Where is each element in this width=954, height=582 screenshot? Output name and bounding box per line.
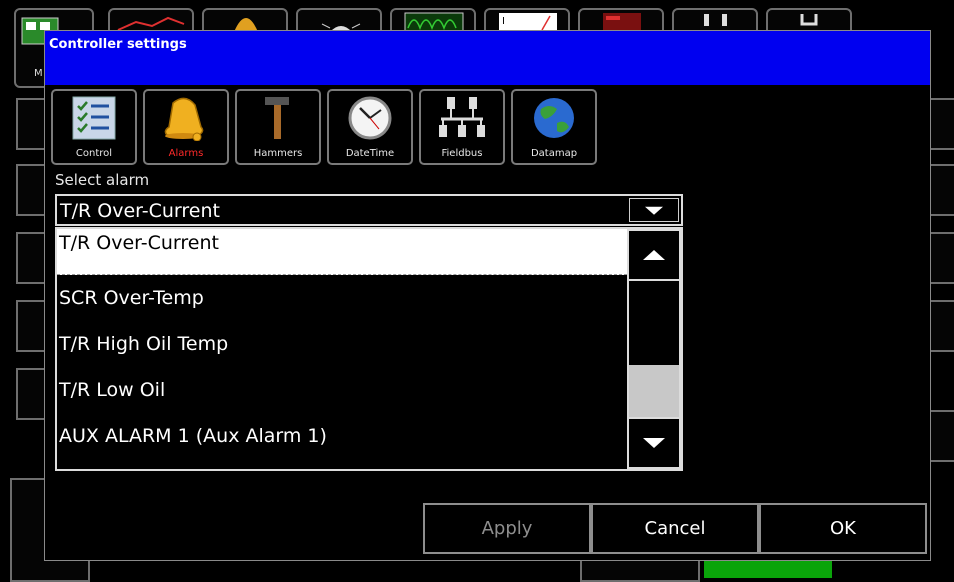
tab-fieldbus[interactable]: Fieldbus <box>419 89 505 165</box>
bg-right-button-5[interactable] <box>928 410 954 462</box>
alarm-combobox-value: T/R Over-Current <box>60 200 220 222</box>
calculator-icon <box>603 13 641 31</box>
tab-label: DateTime <box>345 148 395 159</box>
tab-label: Control <box>75 148 113 159</box>
sun-icon <box>321 23 361 32</box>
list-item[interactable]: SCR Over-Temp <box>57 275 627 321</box>
tab-label: Datamap <box>530 148 578 159</box>
list-item[interactable]: T/R Low Oil <box>57 367 627 413</box>
apply-button[interactable]: Apply <box>423 503 591 554</box>
tab-label: Alarms <box>168 148 204 159</box>
tab-control[interactable]: Control <box>51 89 137 165</box>
network-icon <box>704 14 727 26</box>
checklist-icon <box>72 96 116 140</box>
list-item[interactable]: T/R Over-Current <box>57 229 627 275</box>
chevron-down-icon <box>645 206 663 215</box>
bg-right-button-3[interactable] <box>928 232 954 284</box>
list-scrollbar[interactable] <box>627 229 681 469</box>
scroll-thumb[interactable] <box>629 365 679 417</box>
scroll-down-button[interactable] <box>627 417 681 469</box>
tab-alarms[interactable]: Alarms <box>143 89 229 165</box>
alarm-dropdown-button[interactable] <box>629 198 679 222</box>
scroll-track[interactable] <box>627 281 681 417</box>
cancel-button[interactable]: Cancel <box>591 503 759 554</box>
tab-label: Fieldbus <box>441 148 483 159</box>
tab-datetime[interactable]: DateTime <box>327 89 413 165</box>
arrow-down-icon <box>643 438 665 448</box>
tab-hammers[interactable]: Hammers <box>235 89 321 165</box>
tab-label: Hammers <box>253 148 303 159</box>
select-alarm-label: Select alarm <box>55 171 150 189</box>
tab-datamap[interactable]: Datamap <box>511 89 597 165</box>
globe-icon <box>534 98 574 138</box>
list-item[interactable]: AUX ALARM 1 (Aux Alarm 1) <box>57 413 627 459</box>
ok-button[interactable]: OK <box>759 503 927 554</box>
arrow-up-icon <box>643 250 665 260</box>
waveform-icon <box>404 12 464 32</box>
clock-icon <box>348 96 392 140</box>
graph-icon: I <box>499 13 557 31</box>
bg-right-button-1[interactable] <box>928 98 954 150</box>
dialog-title: Controller settings <box>49 37 187 52</box>
bg-right-button-4[interactable] <box>928 300 954 352</box>
bell-icon <box>164 97 204 141</box>
alarm-dropdown-list: T/R Over-Current SCR Over-Temp T/R High … <box>55 227 683 471</box>
bg-partial-label: M <box>34 68 43 79</box>
svg-text:I: I <box>502 16 505 27</box>
scroll-up-button[interactable] <box>627 229 681 281</box>
controller-settings-dialog: Controller settings Control Alarms Hamme… <box>44 30 931 561</box>
tools-icon <box>800 14 818 26</box>
hammer-icon <box>265 97 289 139</box>
bell-icon <box>234 18 258 32</box>
alarm-combobox[interactable]: T/R Over-Current <box>55 194 683 226</box>
list-item[interactable]: T/R High Oil Temp <box>57 321 627 367</box>
dialog-titlebar: Controller settings <box>45 31 930 85</box>
network-icon <box>439 97 485 137</box>
bg-right-button-2[interactable] <box>928 164 954 216</box>
